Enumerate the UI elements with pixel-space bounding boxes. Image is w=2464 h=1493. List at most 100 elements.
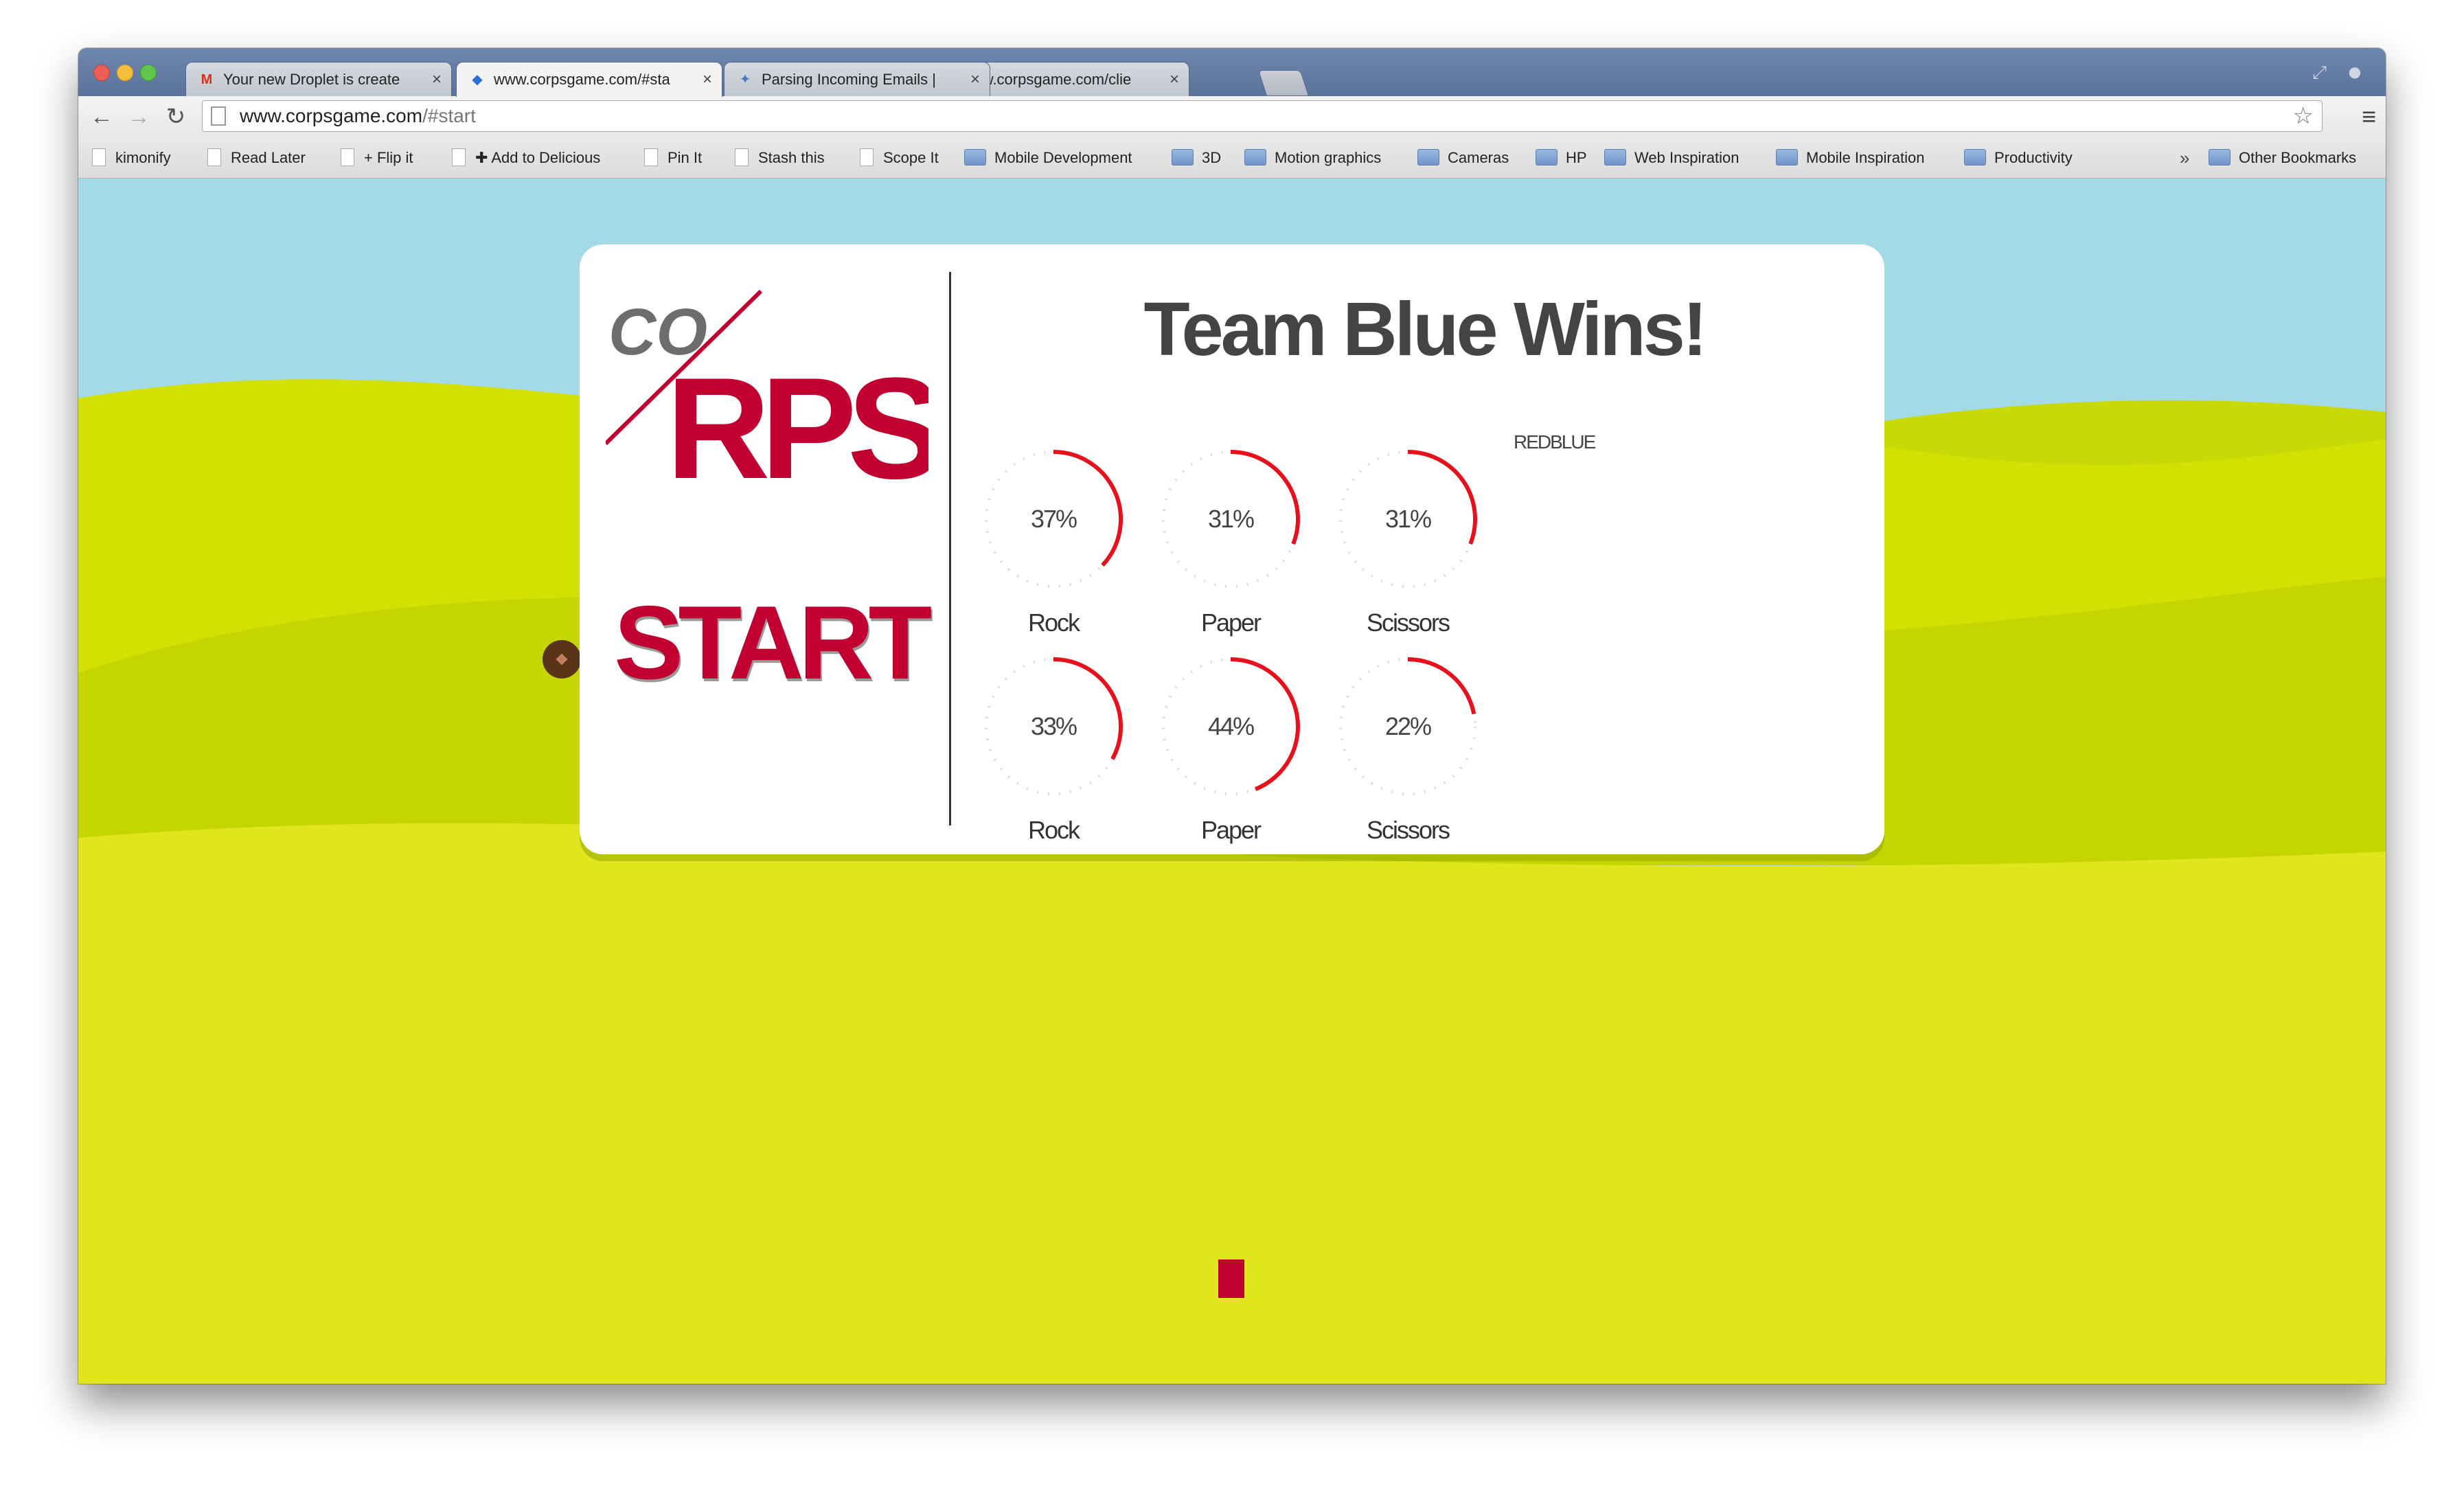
- gauge-value: 37%: [1030, 505, 1077, 533]
- page-icon: [452, 148, 466, 167]
- code-icon: ◆: [472, 72, 483, 87]
- close-tab-icon[interactable]: ×: [1170, 62, 1179, 96]
- bookmark-label: Productivity: [1994, 149, 2073, 166]
- bookmark-label: 3D: [1202, 149, 1222, 166]
- folder-icon: [1964, 149, 1986, 166]
- incognito-icon: ●: [2347, 58, 2363, 87]
- bookmark-label: HP: [1566, 149, 1587, 166]
- bookmark-stash-this[interactable]: Stash this: [735, 137, 825, 179]
- bookmark-star-icon[interactable]: ☆: [2293, 101, 2314, 131]
- bookmark-label: Web Inspiration: [1634, 149, 1739, 166]
- gauge-round2-paper: 44% Paper: [1155, 651, 1306, 844]
- bookmark-flip-it[interactable]: + Flip it: [341, 137, 413, 179]
- gauge-label: Paper: [1200, 608, 1262, 637]
- player-block-sprite: [1218, 1260, 1244, 1298]
- bookmark-label: Stash this: [758, 149, 825, 166]
- folder-icon: [1244, 149, 1266, 166]
- address-bar[interactable]: www.corpsgame.com/#start ☆: [202, 100, 2323, 132]
- url-path: /#start: [422, 105, 476, 126]
- tab-parsing-emails[interactable]: ✦ Parsing Incoming Emails | ×: [724, 62, 990, 96]
- gauge-round1-scissors: 31% Scissors: [1332, 444, 1483, 637]
- tab-title: Your new Droplet is create: [223, 71, 400, 88]
- folder-icon: [1604, 149, 1626, 166]
- bookmark-folder-hp[interactable]: HP: [1536, 137, 1587, 179]
- start-button[interactable]: START: [614, 588, 937, 698]
- gauge-value: 44%: [1207, 712, 1255, 740]
- url-host: www.corpsgame.com: [240, 105, 423, 126]
- folder-icon: [2209, 149, 2231, 166]
- logo-rps-text: RPS: [666, 347, 928, 485]
- bookmark-folder-mobile-development[interactable]: Mobile Development: [964, 137, 1132, 179]
- browser-window: M Your new Droplet is create × ◆ www.cor…: [78, 48, 2386, 1384]
- bookmark-label: Pin It: [668, 149, 703, 166]
- gauge-label: Rock: [1027, 608, 1080, 637]
- bookmark-label: ✚ Add to Delicious: [475, 149, 601, 166]
- bookmark-folder-cameras[interactable]: Cameras: [1417, 137, 1509, 179]
- close-window-button[interactable]: [93, 65, 110, 81]
- gauge-value: 33%: [1030, 712, 1077, 740]
- gauge-value: 31%: [1207, 505, 1255, 533]
- bookmark-label: Motion graphics: [1275, 149, 1382, 166]
- ball-sprite: [543, 640, 581, 679]
- bookmark-label: + Flip it: [364, 149, 413, 166]
- gauge-round2-rock: 33% Rock: [978, 651, 1129, 844]
- tab-title: www.corpsgame.com/#sta: [494, 71, 670, 88]
- gauge-round2-scissors: 22% Scissors: [1332, 651, 1483, 844]
- forward-arrow-icon[interactable]: →: [124, 102, 154, 132]
- reload-icon[interactable]: ↻: [161, 102, 191, 132]
- bookmark-folder-web-inspiration[interactable]: Web Inspiration: [1604, 137, 1739, 179]
- bookmark-folder-productivity[interactable]: Productivity: [1964, 137, 2073, 179]
- bookmark-scope-it[interactable]: Scope It: [860, 137, 939, 179]
- corps-logo: CO RPS: [606, 289, 928, 485]
- bookmark-folder-motion-graphics[interactable]: Motion graphics: [1244, 137, 1381, 179]
- bookmark-folder-3d[interactable]: 3D: [1172, 137, 1221, 179]
- bookmarks-overflow-button[interactable]: »: [2180, 137, 2189, 179]
- bookmark-label: Mobile Inspiration: [1806, 149, 1925, 166]
- puzzle-icon: ✦: [739, 72, 751, 87]
- zoom-window-button[interactable]: [140, 65, 157, 81]
- bookmark-label: kimonify: [115, 149, 171, 166]
- close-tab-icon[interactable]: ×: [970, 62, 980, 96]
- tab-corpsgame-start[interactable]: ◆ www.corpsgame.com/#sta ×: [456, 62, 722, 97]
- page-icon: [735, 148, 749, 167]
- tab-title: Parsing Incoming Emails |: [762, 71, 936, 88]
- folder-icon: [1172, 149, 1194, 166]
- bookmark-read-later[interactable]: Read Later: [207, 137, 306, 179]
- page-icon: [207, 148, 221, 167]
- tab-gmail[interactable]: M Your new Droplet is create ×: [185, 62, 452, 96]
- bookmark-folder-mobile-inspiration[interactable]: Mobile Inspiration: [1776, 137, 1924, 179]
- folder-icon: [1417, 149, 1439, 166]
- bookmark-label: Cameras: [1448, 149, 1509, 166]
- bookmark-pin-it[interactable]: Pin It: [644, 137, 702, 179]
- gauge-label: Scissors: [1366, 608, 1450, 637]
- bookmark-kimonify[interactable]: kimonify: [92, 137, 171, 179]
- gmail-icon: M: [201, 72, 213, 87]
- page-icon: [341, 148, 354, 167]
- fullscreen-icon[interactable]: ⤢: [2312, 62, 2327, 84]
- bookmark-label: Read Later: [231, 149, 306, 166]
- bookmark-add-to-delicious[interactable]: ✚ Add to Delicious: [452, 137, 600, 179]
- gauge-value: 31%: [1384, 505, 1432, 533]
- bookmark-folder-other[interactable]: Other Bookmarks: [2209, 137, 2356, 179]
- game-canvas: CO RPS START Team Blue Wins! REDBLUE 37%…: [78, 179, 2386, 1384]
- gauge-label: Paper: [1200, 816, 1262, 844]
- team-legend: REDBLUE: [1514, 431, 1596, 453]
- menu-icon[interactable]: ≡: [2362, 102, 2376, 132]
- folder-icon: [1776, 149, 1798, 166]
- page-icon: [92, 148, 106, 167]
- gauge-value: 22%: [1384, 712, 1432, 740]
- tab-strip: M Your new Droplet is create × ◆ www.cor…: [78, 48, 2386, 97]
- page-icon: [860, 148, 874, 167]
- close-tab-icon[interactable]: ×: [703, 62, 712, 97]
- minimize-window-button[interactable]: [117, 65, 133, 81]
- bookmark-label: Scope It: [883, 149, 939, 166]
- page-icon: [644, 148, 658, 167]
- close-tab-icon[interactable]: ×: [432, 62, 442, 96]
- back-arrow-icon[interactable]: ←: [87, 102, 117, 132]
- bookmark-label: Mobile Development: [994, 149, 1132, 166]
- folder-icon: [1536, 149, 1558, 166]
- new-tab-button[interactable]: [1257, 70, 1310, 96]
- gauge-round1-rock: 37% Rock: [978, 444, 1129, 637]
- results-card: CO RPS START Team Blue Wins! REDBLUE 37%…: [580, 244, 1884, 854]
- folder-icon: [964, 149, 986, 166]
